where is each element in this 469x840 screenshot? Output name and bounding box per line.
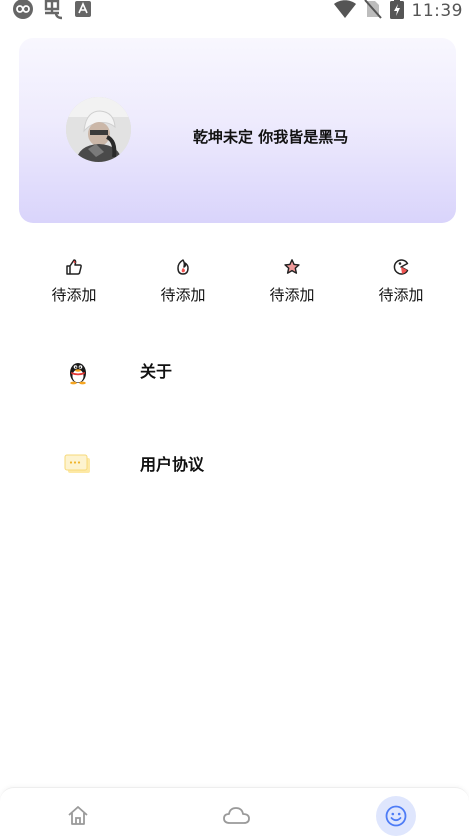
thumbs-up-icon xyxy=(66,259,82,275)
stat-label: 待添加 xyxy=(160,286,206,304)
cloud-icon xyxy=(223,807,250,824)
menu-item-user-agreement[interactable]: 用户协议 xyxy=(0,433,469,493)
star-icon xyxy=(284,259,300,274)
stat-label: 待添加 xyxy=(51,286,97,304)
flame-icon xyxy=(177,259,189,275)
pacman-icon xyxy=(393,259,409,275)
wifi-icon xyxy=(333,0,356,22)
menu-item-about[interactable]: 关于 xyxy=(0,340,469,400)
app-icon xyxy=(42,0,66,24)
tab-profile-active-bg xyxy=(376,796,416,836)
tab-profile[interactable] xyxy=(336,788,456,840)
message-icon xyxy=(64,454,90,473)
profile-card[interactable]: 乾坤未定 你我皆是黑马 xyxy=(19,38,456,223)
infinity-icon xyxy=(12,0,34,24)
menu-label: 用户协议 xyxy=(140,455,205,474)
stat-hot[interactable]: 待添加 xyxy=(138,258,228,308)
qq-penguin-icon xyxy=(70,363,86,385)
profile-name: 乾坤未定 你我皆是黑马 xyxy=(193,128,349,146)
tab-cloud[interactable] xyxy=(177,788,297,840)
a-icon xyxy=(74,0,92,22)
avatar[interactable] xyxy=(66,97,131,162)
stat-games[interactable]: 待添加 xyxy=(356,258,446,308)
smiley-icon xyxy=(385,805,407,827)
status-time: 11:39 xyxy=(411,1,463,21)
no-sim-icon xyxy=(363,0,382,23)
status-bar: 11:39 xyxy=(0,0,469,24)
menu-label: 关于 xyxy=(140,362,173,381)
stat-likes[interactable]: 待添加 xyxy=(29,258,119,308)
tab-home[interactable] xyxy=(18,788,138,840)
status-bar-right: 11:39 xyxy=(333,0,464,23)
status-bar-left xyxy=(12,0,92,22)
stat-label: 待添加 xyxy=(378,286,424,304)
battery-charging-icon xyxy=(389,0,404,23)
bottom-nav xyxy=(0,787,469,840)
stat-label: 待添加 xyxy=(269,286,315,304)
home-icon xyxy=(68,806,88,825)
stats-row: 待添加 待添加 待添加 待添加 xyxy=(19,258,456,308)
stat-favorites[interactable]: 待添加 xyxy=(247,258,337,308)
